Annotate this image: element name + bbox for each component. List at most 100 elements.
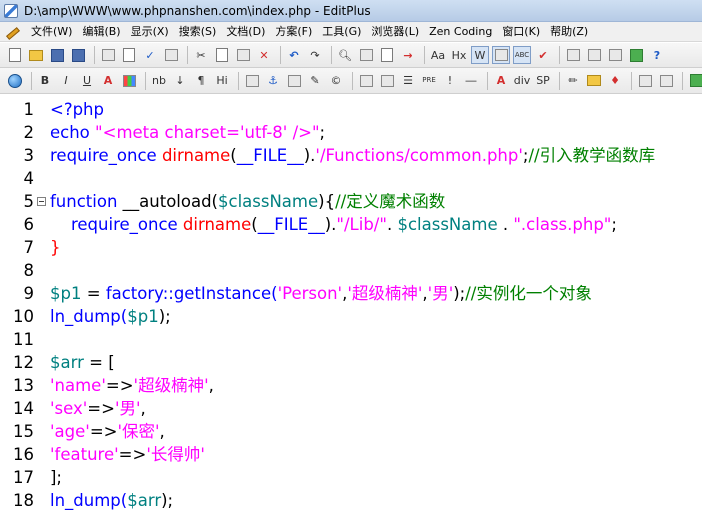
style-button[interactable]: A — [492, 72, 510, 90]
anchor-button[interactable]: ⚓ — [264, 72, 282, 90]
code-line[interactable]: 15 'age'=>'保密', — [0, 420, 702, 443]
layout-button[interactable] — [636, 72, 654, 90]
paragraph-button[interactable]: ¶ — [192, 72, 210, 90]
color-grid-button[interactable] — [120, 72, 138, 90]
menu-zen-coding[interactable]: Zen Coding — [424, 23, 497, 41]
menu-search[interactable]: 搜索(S) — [174, 23, 222, 41]
preview-html-button[interactable] — [687, 72, 702, 90]
code-line[interactable]: 8 — [0, 259, 702, 282]
pre-button[interactable]: PRE — [420, 72, 438, 90]
code-line[interactable]: 1 <?php — [0, 98, 702, 121]
underline-button[interactable]: U — [78, 72, 96, 90]
fold-toggle-icon[interactable] — [37, 197, 46, 206]
bold-button[interactable]: B — [36, 72, 54, 90]
character-map-button[interactable]: ♦ — [606, 72, 624, 90]
code-text: 'name'=>'超级楠神', — [50, 374, 214, 397]
code-line[interactable]: 3 require_once dirname(__FILE__).'/Functi… — [0, 144, 702, 167]
line-break-button[interactable]: ↓ — [171, 72, 189, 90]
code-editor[interactable]: 1 <?php 2 echo "<meta charset='utf-8' />"; 3… — [0, 95, 702, 514]
cliptext-button[interactable] — [606, 46, 624, 64]
help-button[interactable]: ? — [648, 46, 666, 64]
ruler-button[interactable]: ABC — [513, 46, 531, 64]
code-line[interactable]: 9 $p1 = factory::getInstance('Person','超级… — [0, 282, 702, 305]
code-snippet-button[interactable] — [585, 72, 603, 90]
menu-browser[interactable]: 浏览器(L) — [366, 23, 424, 41]
code-line[interactable]: 14 'sex'=>'男', — [0, 397, 702, 420]
line-number: 18 — [13, 491, 34, 510]
copyright-button[interactable]: © — [327, 72, 345, 90]
code-line[interactable]: 4 — [0, 167, 702, 190]
paste-button[interactable] — [234, 46, 252, 64]
code-token: ). — [303, 146, 316, 165]
title-bar[interactable]: D:\amp\WWW\www.phpnanshen.com\index.php … — [0, 0, 702, 22]
goto-line-button[interactable]: → — [399, 46, 417, 64]
output-button[interactable] — [627, 46, 645, 64]
code-line[interactable]: 6 require_once dirname(__FILE__)."/Lib/"… — [0, 213, 702, 236]
code-line[interactable]: 11 — [0, 328, 702, 351]
open-file-button[interactable] — [27, 46, 45, 64]
font-color-button[interactable]: A — [99, 72, 117, 90]
help-icon: ? — [653, 48, 661, 62]
menu-file[interactable]: 文件(W) — [26, 23, 77, 41]
window-list-button[interactable] — [564, 46, 582, 64]
menu-help[interactable]: 帮助(Z) — [545, 23, 593, 41]
line-number: 3 — [23, 146, 35, 165]
code-line[interactable]: 16 'feature'=>'长得帅' — [0, 443, 702, 466]
code-line[interactable]: 5 function __autoload($className){//定义魔术函… — [0, 190, 702, 213]
code-line[interactable]: 12 $arr = [ — [0, 351, 702, 374]
copy-button[interactable] — [213, 46, 231, 64]
cut-button[interactable]: ✂ — [192, 46, 210, 64]
check-button[interactable]: ✔ — [534, 46, 552, 64]
span-button[interactable]: SP — [534, 72, 552, 90]
comment-button[interactable]: ! — [441, 72, 459, 90]
new-file-button[interactable] — [6, 46, 24, 64]
undo-button[interactable]: ↶ — [285, 46, 303, 64]
pencil-icon[interactable] — [4, 25, 18, 39]
save-all-button[interactable] — [69, 46, 87, 64]
print-button[interactable] — [99, 46, 117, 64]
link-button[interactable] — [285, 72, 303, 90]
code-line[interactable]: 17]; — [0, 466, 702, 489]
code-line[interactable]: 2 echo "<meta charset='utf-8' />"; — [0, 121, 702, 144]
find-in-files-button[interactable] — [378, 46, 396, 64]
bookmark-button[interactable] — [162, 46, 180, 64]
save-button[interactable] — [48, 46, 66, 64]
code-line[interactable]: 18 ln_dump($arr); — [0, 489, 702, 512]
font-size-button[interactable]: Aa — [429, 46, 447, 64]
menu-document[interactable]: 文档(D) — [221, 23, 270, 41]
nbsp-button[interactable]: nb — [150, 72, 168, 90]
div-button[interactable]: div — [513, 72, 531, 90]
directory-button[interactable] — [585, 46, 603, 64]
menu-edit[interactable]: 编辑(B) — [77, 23, 125, 41]
line-number-button[interactable] — [492, 46, 510, 64]
code-line[interactable]: 7} — [0, 236, 702, 259]
align-button[interactable]: ☰ — [399, 72, 417, 90]
word-wrap-button[interactable]: W — [471, 46, 489, 64]
table-button[interactable] — [357, 72, 375, 90]
menu-tools[interactable]: 工具(G) — [317, 23, 366, 41]
spell-check-button[interactable]: ✓ — [141, 46, 159, 64]
menu-view[interactable]: 显示(X) — [126, 23, 174, 41]
edit-link-button[interactable]: ✎ — [306, 72, 324, 90]
delete-button[interactable]: ✕ — [255, 46, 273, 64]
image-button[interactable] — [243, 72, 261, 90]
menu-window[interactable]: 窗口(K) — [497, 23, 545, 41]
replace-button[interactable] — [357, 46, 375, 64]
code-line[interactable]: 10 ln_dump($p1); — [0, 305, 702, 328]
print-preview-button[interactable] — [120, 46, 138, 64]
find-button[interactable]: 🔍︎ — [336, 46, 354, 64]
heading-tag-button[interactable]: Hi — [213, 72, 231, 90]
checkmark-icon: ✔ — [538, 48, 548, 62]
hr-button[interactable]: ― — [462, 72, 480, 90]
form-button[interactable] — [378, 72, 396, 90]
redo-button[interactable]: ↷ — [306, 46, 324, 64]
browser-button[interactable] — [6, 72, 24, 90]
copyright-icon: © — [330, 74, 342, 87]
layout-2-button[interactable] — [657, 72, 675, 90]
italic-button[interactable]: I — [57, 72, 75, 90]
code-line[interactable]: 13 'name'=>'超级楠神', — [0, 374, 702, 397]
code-token: //定义魔术函数 — [335, 192, 446, 211]
heading-button[interactable]: Hx — [450, 46, 468, 64]
menu-project[interactable]: 方案(F) — [270, 23, 317, 41]
toolbar-edit-button[interactable]: ✏ — [564, 72, 582, 90]
